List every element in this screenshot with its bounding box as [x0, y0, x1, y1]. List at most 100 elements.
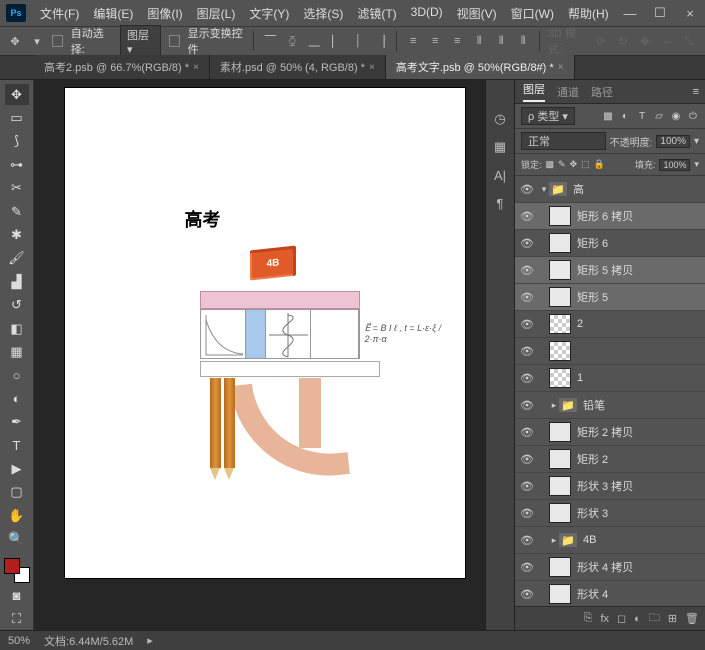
lock-pixels-icon[interactable]: ✎ [558, 159, 566, 170]
visibility-toggle[interactable]: 👁 [515, 291, 539, 304]
brush-tool[interactable]: 🖌 [5, 248, 29, 269]
visibility-toggle[interactable]: 👁 [515, 237, 539, 250]
layer-row[interactable]: 👁▾高 [515, 176, 705, 203]
menu-item[interactable]: 选择(S) [297, 2, 349, 25]
fill-field[interactable]: 100% [659, 159, 690, 171]
screen-mode-tool[interactable]: ⛶ [5, 608, 29, 629]
shape-tool[interactable]: ▢ [5, 482, 29, 503]
visibility-toggle[interactable]: 👁 [515, 480, 539, 493]
tab-layers[interactable]: 图层 [523, 81, 545, 102]
gradient-tool[interactable]: ▦ [5, 341, 29, 362]
layer-mask-icon[interactable]: ◻ [617, 612, 626, 625]
group-icon[interactable]: 🗀 [649, 609, 660, 628]
layer-row[interactable]: 👁2 [515, 311, 705, 338]
align-top-icon[interactable]: ⎺ [262, 34, 278, 48]
eraser-tool[interactable]: ◧ [5, 318, 29, 339]
delete-layer-icon[interactable]: 🗑 [685, 612, 699, 625]
menu-item[interactable]: 文件(F) [34, 2, 85, 25]
layer-style-icon[interactable]: fx [600, 613, 609, 625]
menu-item[interactable]: 视图(V) [451, 2, 503, 25]
layer-name[interactable]: 铅笔 [583, 397, 605, 413]
dodge-tool[interactable]: ◐ [5, 388, 29, 409]
quick-select-tool[interactable]: ⊶ [5, 154, 29, 175]
layer-row[interactable]: 👁矩形 5 拷贝 [515, 257, 705, 284]
align-right-icon[interactable]: ▕ [372, 34, 388, 48]
character-panel-icon[interactable]: A| [491, 166, 509, 184]
foreground-color[interactable] [4, 558, 20, 574]
layer-row[interactable]: 👁形状 4 [515, 581, 705, 606]
close-tab-icon[interactable]: × [369, 62, 375, 73]
filter-type-icon[interactable]: T [636, 110, 648, 122]
auto-select-dropdown[interactable]: 图层 ▾ [120, 25, 161, 58]
hand-tool[interactable]: ✋ [5, 505, 29, 526]
maximize-button[interactable]: ☐ [645, 0, 675, 26]
marquee-tool[interactable]: ▭ [5, 107, 29, 128]
canvas-area[interactable]: 高考 4B E⃗ = B I ℓ , t = L·ε·ξ / 2·π·α [34, 80, 485, 630]
dist-right-icon[interactable]: ⦀ [515, 34, 531, 48]
history-brush-tool[interactable]: ↺ [5, 295, 29, 316]
color-swatches[interactable] [4, 558, 30, 583]
filter-kind-dropdown[interactable]: ρ 类型 ▾ [521, 107, 575, 125]
align-vcenter-icon[interactable]: ⧲ [284, 34, 300, 48]
layer-name[interactable]: 形状 3 [577, 505, 608, 521]
layer-name[interactable]: 形状 4 拷贝 [577, 559, 633, 575]
crop-tool[interactable]: ✂ [5, 178, 29, 199]
dist-bottom-icon[interactable]: ≡ [449, 34, 465, 48]
filter-pixel-icon[interactable]: ▩ [602, 110, 614, 122]
expand-arrow-icon[interactable]: ▸ [549, 535, 559, 546]
zoom-level[interactable]: 50% [8, 635, 30, 647]
layer-name[interactable]: 矩形 6 [577, 235, 608, 251]
show-transform-checkbox[interactable] [169, 35, 180, 47]
eyedropper-tool[interactable]: ✎ [5, 201, 29, 222]
layer-name[interactable]: 1 [577, 372, 583, 384]
layer-name[interactable]: 矩形 2 [577, 451, 608, 467]
visibility-toggle[interactable]: 👁 [515, 399, 539, 412]
visibility-toggle[interactable]: 👁 [515, 453, 539, 466]
tab-paths[interactable]: 路径 [591, 84, 613, 100]
layer-name[interactable]: 形状 3 拷贝 [577, 478, 633, 494]
filter-adjust-icon[interactable]: ◐ [619, 110, 631, 122]
document-tab[interactable]: 素材.psd @ 50% (4, RGB/8) *× [210, 55, 386, 79]
lock-transparency-icon[interactable]: ▩ [546, 159, 555, 170]
adjustment-layer-icon[interactable]: ◐ [634, 613, 641, 625]
layer-row[interactable]: 👁 [515, 338, 705, 365]
visibility-toggle[interactable]: 👁 [515, 588, 539, 601]
visibility-toggle[interactable]: 👁 [515, 426, 539, 439]
panel-menu-icon[interactable]: ≡ [693, 86, 699, 98]
dist-hcenter-icon[interactable]: ⦀ [493, 34, 509, 48]
new-layer-icon[interactable]: ⊞ [668, 612, 677, 625]
visibility-toggle[interactable]: 👁 [515, 345, 539, 358]
layer-name[interactable]: 2 [577, 318, 583, 330]
align-left-icon[interactable]: ▏ [328, 34, 344, 48]
visibility-toggle[interactable]: 👁 [515, 264, 539, 277]
menu-item[interactable]: 图层(L) [191, 2, 242, 25]
layer-name[interactable]: 矩形 5 [577, 289, 608, 305]
document-tab[interactable]: 高考文字.psb @ 50%(RGB/8#) *× [386, 55, 575, 79]
pen-tool[interactable]: ✒ [5, 411, 29, 432]
blur-tool[interactable]: ○ [5, 365, 29, 386]
close-tab-icon[interactable]: × [193, 62, 199, 73]
blend-mode-dropdown[interactable]: 正常 [521, 132, 606, 150]
layer-name[interactable]: 4B [583, 534, 596, 546]
layer-row[interactable]: 👁形状 4 拷贝 [515, 554, 705, 581]
dropdown-icon[interactable]: ▾ [30, 33, 44, 49]
menu-item[interactable]: 窗口(W) [505, 2, 560, 25]
close-tab-icon[interactable]: × [558, 62, 564, 73]
path-select-tool[interactable]: ▶ [5, 458, 29, 479]
lock-position-icon[interactable]: ✥ [570, 159, 578, 170]
layer-row[interactable]: 👁 矩形 2 [515, 446, 705, 473]
visibility-toggle[interactable]: 👁 [515, 534, 539, 547]
layers-list[interactable]: 👁▾高👁矩形 6 拷贝👁矩形 6👁矩形 5 拷贝👁矩形 5👁2👁👁1👁▸铅笔👁矩… [515, 176, 705, 606]
layer-row[interactable]: 👁 矩形 6 [515, 230, 705, 257]
layer-row[interactable]: 👁1 [515, 365, 705, 392]
filter-smart-icon[interactable]: ◉ [670, 110, 682, 122]
document-tab[interactable]: 高考2.psb @ 66.7%(RGB/8) *× [34, 55, 210, 79]
visibility-toggle[interactable]: 👁 [515, 372, 539, 385]
menu-item[interactable]: 图像(I) [141, 2, 188, 25]
layer-row[interactable]: 👁矩形 6 拷贝 [515, 203, 705, 230]
layer-name[interactable]: 矩形 6 拷贝 [577, 208, 633, 224]
align-hcenter-icon[interactable]: │ [350, 34, 366, 48]
visibility-toggle[interactable]: 👁 [515, 318, 539, 331]
layer-row[interactable]: 👁 ▸ 4B [515, 527, 705, 554]
healing-tool[interactable]: ✱ [5, 224, 29, 245]
